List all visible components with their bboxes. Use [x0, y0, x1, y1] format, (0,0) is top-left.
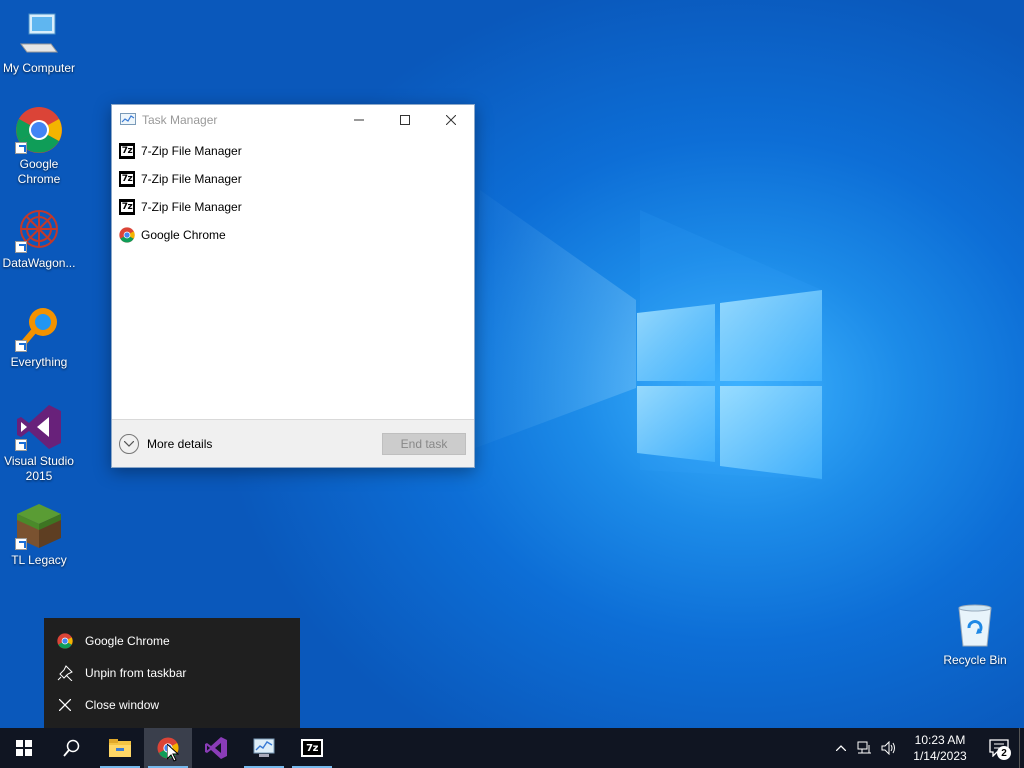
recycle-bin-icon [951, 602, 999, 650]
taskbar-visual-studio[interactable] [192, 728, 240, 768]
minimize-button[interactable] [336, 105, 382, 135]
taskbar-7zip[interactable]: 7z [288, 728, 336, 768]
desktop-icon-my-computer[interactable]: My Computer [0, 10, 78, 76]
show-desktop-button[interactable] [1019, 728, 1024, 768]
clock-time: 10:23 AM [914, 733, 966, 747]
clock-date: 1/14/2023 [913, 749, 967, 763]
system-tray: 10:23 AM 1/14/2023 2 [829, 728, 1024, 768]
chevron-up-icon [836, 745, 846, 751]
volume-icon [881, 741, 895, 755]
network-button[interactable] [853, 728, 877, 768]
start-icon [16, 740, 32, 756]
task-manager-icon [253, 738, 275, 757]
close-icon [56, 696, 74, 714]
start-button[interactable] [0, 728, 48, 768]
list-item[interactable]: 7z 7-Zip File Manager [112, 165, 474, 193]
7zip-icon: 7z [119, 171, 135, 187]
computer-icon [15, 10, 63, 58]
app-name: 7-Zip File Manager [141, 144, 242, 158]
maximize-button[interactable] [382, 105, 428, 135]
taskbar-google-chrome[interactable] [144, 728, 192, 768]
app-name: 7-Zip File Manager [141, 200, 242, 214]
7zip-icon: 7z [119, 143, 135, 159]
taskbar: 7z 10:23 AM 1/14/2023 2 [0, 728, 1024, 768]
list-item[interactable]: 7z 7-Zip File Manager [112, 137, 474, 165]
jump-list-label: Unpin from taskbar [85, 666, 187, 680]
app-list: 7z 7-Zip File Manager 7z 7-Zip File Mana… [112, 135, 474, 249]
desktop-icon-recycle-bin[interactable]: Recycle Bin [936, 602, 1014, 668]
task-manager-icon [120, 113, 136, 127]
desktop-icon-tl-legacy[interactable]: TL Legacy [0, 502, 78, 568]
chrome-icon [15, 106, 63, 154]
more-details-link[interactable]: More details [147, 437, 212, 451]
more-details-toggle[interactable] [119, 433, 139, 454]
desktop-icon-label: Visual Studio 2015 [4, 454, 74, 483]
footer: More details End task [112, 419, 474, 467]
app-name: Google Chrome [141, 228, 226, 242]
jump-list-item-unpin[interactable]: Unpin from taskbar [44, 657, 300, 689]
list-item[interactable]: Google Chrome [112, 221, 474, 249]
taskbar-task-manager[interactable] [240, 728, 288, 768]
end-task-button[interactable]: End task [382, 433, 466, 455]
chevron-down-icon [124, 440, 134, 447]
datawagon-icon [15, 205, 63, 253]
visual-studio-icon [15, 403, 63, 451]
desktop-icon-label: Recycle Bin [943, 653, 1007, 667]
volume-button[interactable] [877, 728, 901, 768]
action-center-button[interactable]: 2 [979, 728, 1019, 768]
app-name: 7-Zip File Manager [141, 172, 242, 186]
everything-search-icon [15, 304, 63, 352]
clock[interactable]: 10:23 AM 1/14/2023 [905, 732, 975, 764]
taskbar-file-explorer[interactable] [96, 728, 144, 768]
windows-logo-graphic [637, 290, 822, 479]
window-title: Task Manager [142, 113, 218, 127]
file-explorer-icon [109, 739, 131, 757]
search-button[interactable] [48, 728, 96, 768]
desktop-icon-label: Everything [10, 355, 68, 369]
desktop-icon-label: My Computer [2, 61, 76, 75]
chrome-icon [119, 227, 135, 243]
network-icon [857, 741, 871, 754]
taskbar-jump-list: Google Chrome Unpin from taskbar Close w… [44, 618, 300, 728]
desktop-icon-visual-studio[interactable]: Visual Studio 2015 [0, 403, 78, 484]
search-icon [63, 739, 80, 757]
visual-studio-icon [205, 737, 227, 759]
desktop-icon-everything[interactable]: Everything [0, 304, 78, 370]
jump-list-label: Close window [85, 698, 160, 712]
desktop-icon-google-chrome[interactable]: Google Chrome [0, 106, 78, 187]
close-button[interactable] [428, 105, 474, 135]
task-manager-window[interactable]: Task Manager 7z 7-Zip File Manager 7z 7-… [111, 104, 475, 468]
desktop-icon-datawagon[interactable]: DataWagon... [0, 205, 78, 271]
list-item[interactable]: 7z 7-Zip File Manager [112, 193, 474, 221]
minecraft-block-icon [15, 502, 63, 550]
desktop-icon-label: Google Chrome [17, 157, 61, 186]
notification-badge: 2 [997, 746, 1011, 760]
unpin-icon [56, 664, 74, 682]
mouse-cursor-icon [167, 744, 179, 762]
desktop-icon-label: TL Legacy [11, 553, 67, 567]
7zip-icon: 7z [119, 199, 135, 215]
7zip-icon: 7z [301, 739, 323, 757]
show-hidden-icons-button[interactable] [829, 728, 853, 768]
jump-list-item-close-window[interactable]: Close window [44, 689, 300, 721]
desktop-icon-label: DataWagon... [2, 256, 76, 270]
jump-list-label: Google Chrome [85, 634, 170, 648]
jump-list-item-google-chrome[interactable]: Google Chrome [44, 625, 300, 657]
chrome-icon [56, 632, 74, 650]
